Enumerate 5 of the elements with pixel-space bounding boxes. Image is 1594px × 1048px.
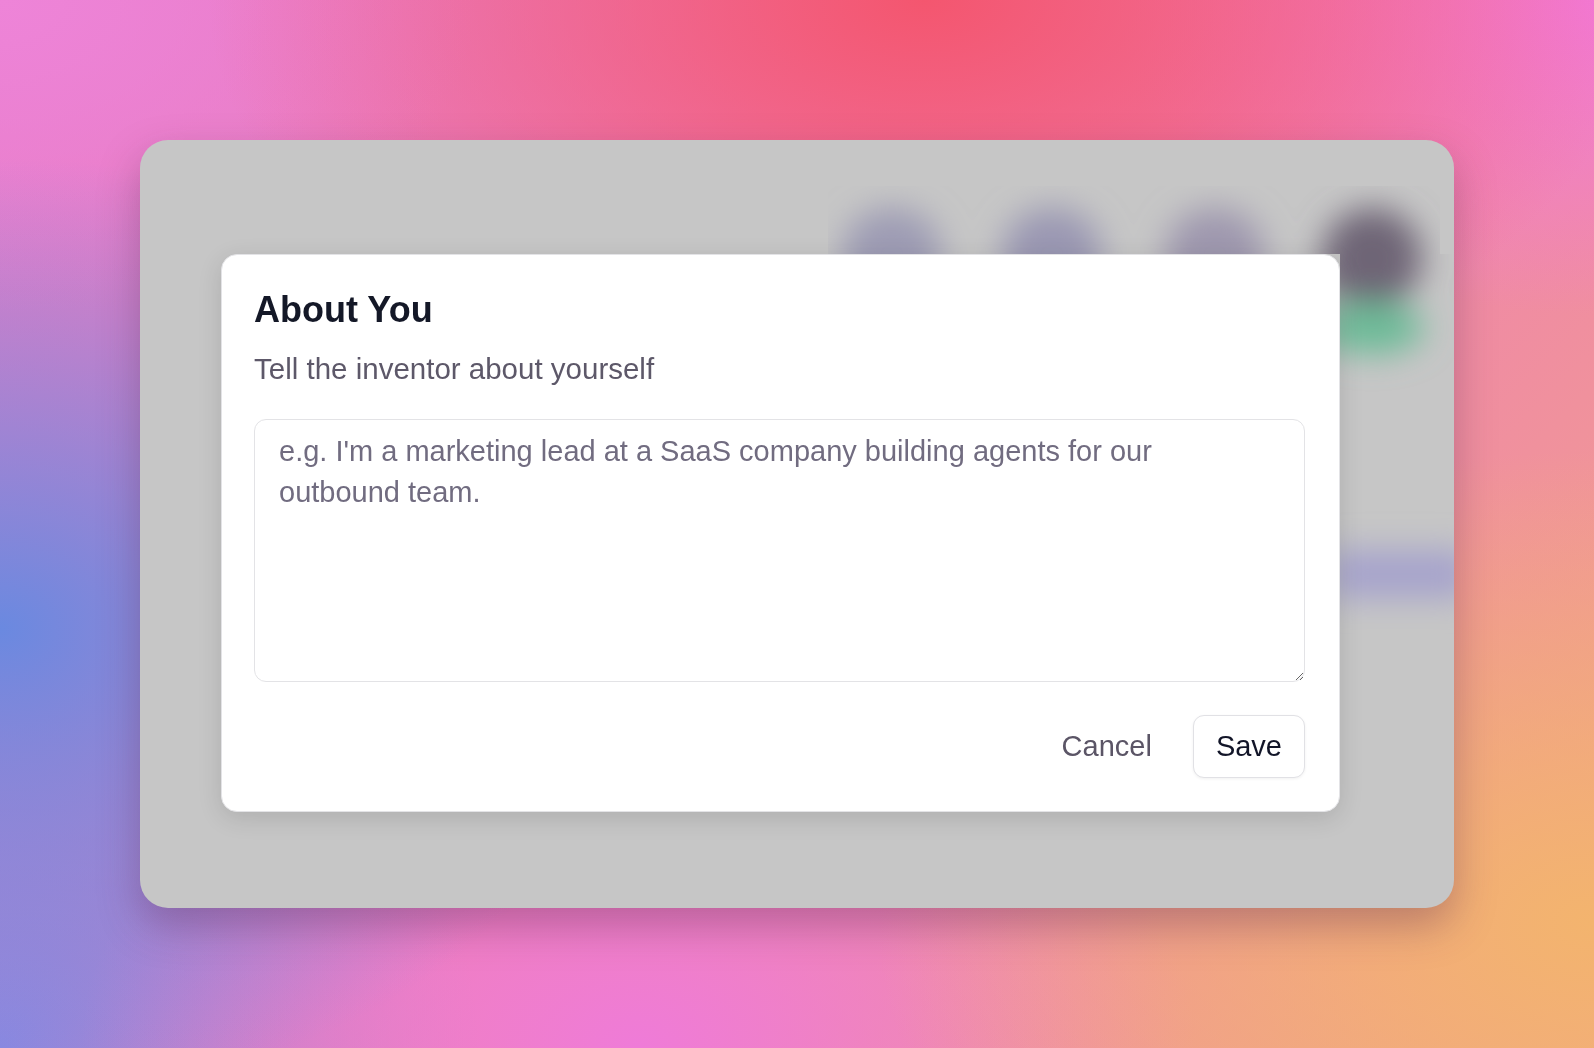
save-button[interactable]: Save — [1192, 715, 1305, 778]
dialog-subtitle: Tell the inventor about yourself — [254, 351, 655, 386]
about-text-area[interactable]: e.g. I'm a marketing lead at a SaaS company building agents for our outbound team. — [254, 419, 1305, 682]
cancel-button[interactable]: Cancel — [1040, 715, 1173, 778]
dialog-title: About You — [254, 288, 433, 331]
